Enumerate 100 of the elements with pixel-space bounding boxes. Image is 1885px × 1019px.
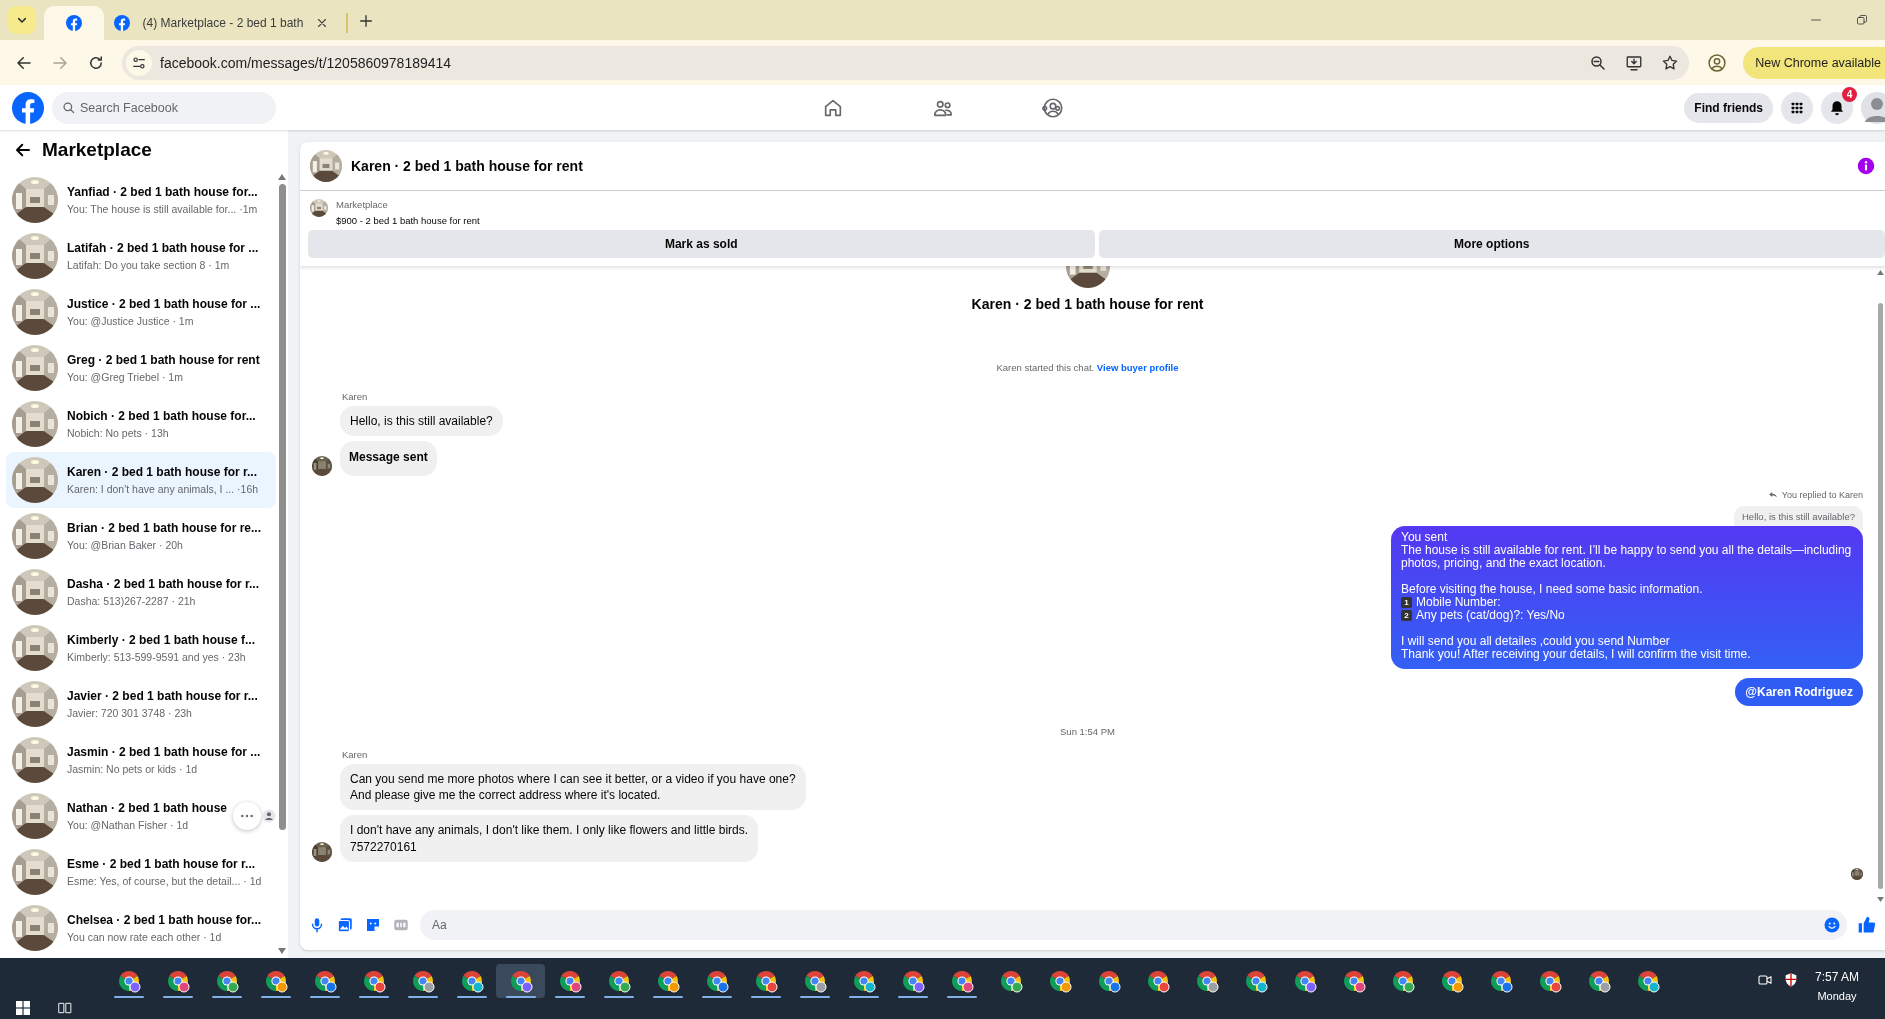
update-button[interactable]: New Chrome available <box>1743 46 1885 79</box>
account-button[interactable] <box>1861 91 1885 124</box>
conversation-item[interactable]: Dasha · 2 bed 1 bath house for r... Dasha: 513)267-2287 · 21h <box>6 564 276 620</box>
scrollbar-thumb[interactable] <box>1877 303 1883 889</box>
message-preview: You: @Greg Triebel · 1m <box>67 371 183 383</box>
task-view-icon[interactable] <box>58 1001 72 1015</box>
photo-icon <box>336 916 354 934</box>
info-button[interactable] <box>1857 157 1875 175</box>
conversation-item[interactable]: Jasmin · 2 bed 1 bath house for ... Jasmin: No pets or kids · 1d <box>6 732 276 788</box>
scroll-down-icon <box>1876 897 1884 902</box>
timestamp: Sun 1:54 PM <box>1060 726 1115 737</box>
conversation-item[interactable]: Latifah · 2 bed 1 bath house for ... Latifah: Do you take section 8 · 1m <box>6 228 276 284</box>
message-bubble: Hello, is this still available? <box>340 406 503 437</box>
search-field[interactable]: Search Facebook <box>52 91 276 124</box>
emoji-icon[interactable] <box>1823 916 1841 934</box>
chrome-icon <box>116 969 141 993</box>
clock[interactable]: 7:57 AM Monday <box>1798 958 1885 1019</box>
sender-name: Karen <box>342 749 369 760</box>
groups-icon <box>1041 96 1064 119</box>
conversation-title: Justice · 2 bed 1 bath house for ... <box>67 297 261 311</box>
action-button[interactable]: Mark as sold <box>308 230 1095 258</box>
conversation-title: Latifah · 2 bed 1 bath house for ... <box>67 241 259 255</box>
facebook-logo-icon <box>66 15 82 31</box>
reload-icon <box>87 53 105 72</box>
conversation-title: Greg · 2 bed 1 bath house for rent <box>67 353 260 367</box>
chrome-icon <box>214 969 239 993</box>
conversation-item[interactable]: Javier · 2 bed 1 bath house for r... Javier: 720 301 3748 · 23h <box>6 676 276 732</box>
conversation-item[interactable]: Justice · 2 bed 1 bath house for ... You: @Justice Justice · 1m <box>6 284 276 340</box>
close-tab-button[interactable] <box>316 17 328 29</box>
tab-search-button[interactable] <box>8 6 36 34</box>
chrome-icon <box>704 969 729 993</box>
chrome-icon <box>900 969 925 993</box>
taskbar-app-button[interactable] <box>496 964 545 998</box>
action-button[interactable]: More options <box>1098 230 1885 258</box>
message-preview: Karen: I don't have any animals, I ... ·16h <box>67 483 259 495</box>
browser-tab[interactable] <box>44 6 104 40</box>
conversation-item[interactable]: Karen · 2 bed 1 bath house for r... Karen: I don't have any animals, I ... ·16h <box>6 452 276 508</box>
conversation-item[interactable]: Nathan · 2 bed 1 bath house You: @Nathan Fisher · 1d <box>6 788 276 844</box>
message-field[interactable]: Aa <box>420 910 1847 940</box>
chrome-icon <box>1292 969 1317 993</box>
bookmark-star-icon[interactable] <box>1661 53 1680 72</box>
chrome-icon <box>606 969 631 993</box>
photo-button[interactable] <box>336 916 354 934</box>
close-icon <box>316 17 328 29</box>
sticker-button[interactable] <box>364 916 382 934</box>
conversation-title: Javier · 2 bed 1 bath house for r... <box>67 689 258 703</box>
back-button[interactable] <box>14 141 32 159</box>
restore-icon <box>1856 14 1868 26</box>
chrome-icon <box>1635 969 1660 993</box>
chrome-icon <box>949 969 974 993</box>
scroll-up-icon <box>1876 270 1884 275</box>
back-arrow-icon <box>14 141 32 159</box>
chrome-icon <box>802 969 827 993</box>
message-preview: Esme: Yes, of course, but the detail... · 1d <box>67 875 262 887</box>
facebook-logo <box>12 91 44 124</box>
sender-name: Karen <box>342 391 369 402</box>
conversation-title: Brian · 2 bed 1 bath house for re... <box>67 521 262 535</box>
conversation-item[interactable]: Nobich · 2 bed 1 bath house for... Nobich: No pets · 13h <box>6 396 276 452</box>
conversation-item[interactable]: Brian · 2 bed 1 bath house for re... You: @Brian Baker · 20h <box>6 508 276 564</box>
site-settings-button[interactable] <box>126 49 152 76</box>
chrome-icon <box>851 969 876 993</box>
conversation-item[interactable]: Chelsea · 2 bed 1 bath house for... You can now rate each other · 1d <box>6 900 276 956</box>
scrollbar-thumb[interactable] <box>278 184 286 830</box>
sidebar-title: Marketplace <box>42 139 152 161</box>
conversation-title: Nathan · 2 bed 1 bath house <box>67 801 228 815</box>
chrome-icon <box>263 969 288 993</box>
browser-tab[interactable]: (4) Marketplace - 2 bed 1 bath <box>104 6 340 40</box>
install-app-icon[interactable] <box>1625 53 1644 72</box>
message-preview: Nobich: No pets · 13h <box>67 427 169 439</box>
conversation-item[interactable]: Kimberly · 2 bed 1 bath house f... Kimberly: 513-599-9591 and yes · 23h <box>6 620 276 676</box>
chrome-icon <box>1390 969 1415 993</box>
conversation-title: Karen · 2 bed 1 bath house for r... <box>67 465 258 479</box>
message-preview: Kimberly: 513-599-9591 and yes · 23h <box>67 651 246 663</box>
meet-now-icon[interactable] <box>1756 972 1773 988</box>
bell-icon <box>1828 98 1846 117</box>
conversation-item[interactable]: Greg · 2 bed 1 bath house for rent You: @Greg Triebel · 1m <box>6 340 276 396</box>
chrome-icon <box>1243 969 1268 993</box>
zoom-out-icon[interactable] <box>1589 53 1608 72</box>
tune-icon <box>131 54 147 71</box>
chrome-icon <box>1586 969 1611 993</box>
scroll-down-icon <box>278 948 286 954</box>
address-bar[interactable]: facebook.com/messages/t/1205860978189414 <box>122 45 1690 80</box>
message-preview: You: @Justice Justice · 1m <box>67 315 194 327</box>
buyer-profile-link[interactable]: View buyer profile <box>1096 362 1179 373</box>
chrome-icon <box>165 969 190 993</box>
windows-logo-icon[interactable] <box>16 1001 30 1015</box>
chrome-icon <box>410 969 435 993</box>
chrome-icon <box>361 969 386 993</box>
conversation-item[interactable]: Esme · 2 bed 1 bath house for r... Esme: Yes, of course, but the detail... · 1d <box>6 844 276 900</box>
chrome-icon <box>1194 969 1219 993</box>
conversation-title: Nobich · 2 bed 1 bath house for... <box>67 409 256 423</box>
scroll-up-icon <box>278 174 286 180</box>
find-friends-button[interactable]: Find friends <box>1684 92 1773 123</box>
reply-note: You replied to Karen <box>1781 490 1863 501</box>
like-button[interactable] <box>1857 915 1877 935</box>
conversation-item[interactable]: Yanfiad · 2 bed 1 bath house for... You: The house is still available for... ·1m <box>6 172 276 228</box>
chrome-icon <box>1537 969 1562 993</box>
menu-button[interactable] <box>1781 91 1813 124</box>
facebook-logo-icon <box>114 15 130 31</box>
message-preview: Jasmin: No pets or kids · 1d <box>67 763 198 775</box>
